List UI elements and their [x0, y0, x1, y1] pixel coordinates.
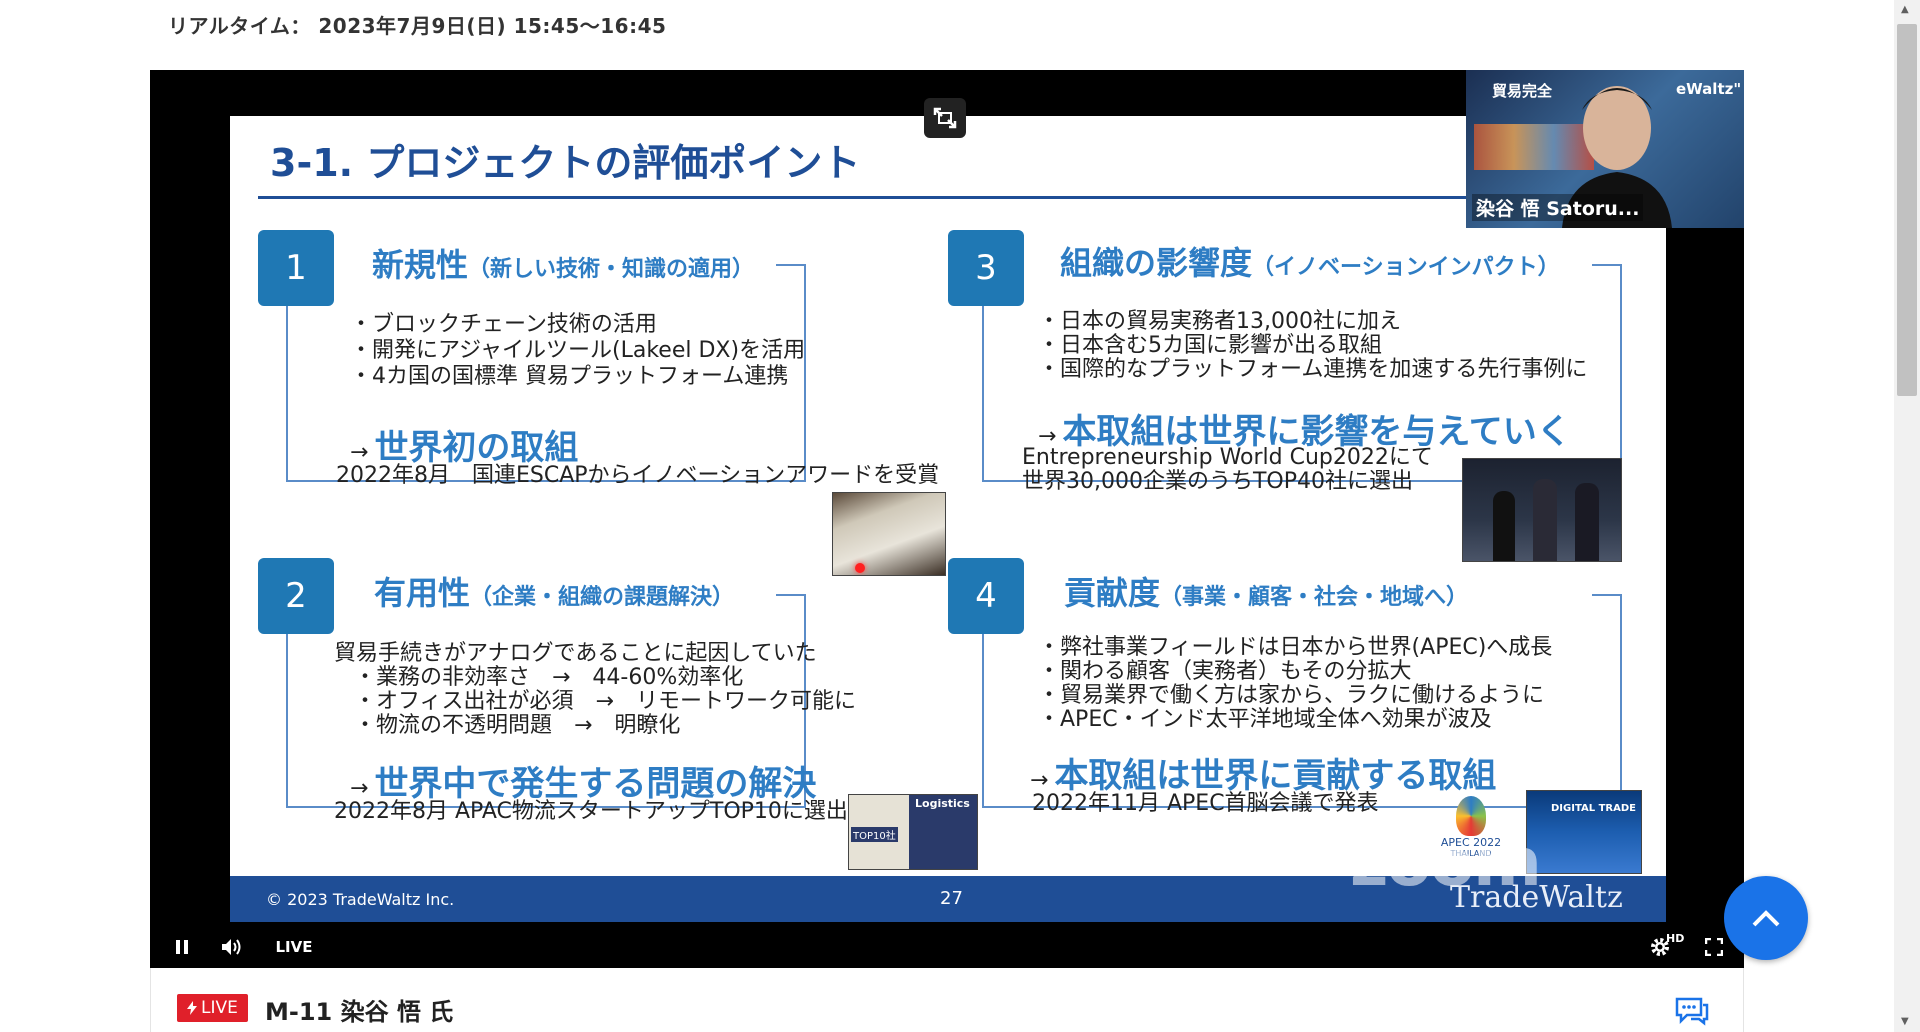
quadrant-1-bullets: ・ブロックチェーン技術の活用 ・開発にアジャイルツール(Lakeel DX)を活… — [350, 312, 805, 390]
quadrant-3-note: Entrepreneurship World Cup2022にて 世界30,00… — [1022, 446, 1433, 494]
quadrant-3-bullet: ・国際的なプラットフォーム連携を加速する先行事例に — [1038, 357, 1588, 382]
realtime-label: リアルタイム： 2023年7月9日(日) 15:45〜16:45 — [168, 14, 667, 38]
pip-caption-left: 貿易完全 — [1492, 82, 1553, 100]
quadrant-3-note-line: Entrepreneurship World Cup2022にて — [1022, 445, 1433, 470]
quadrant-2-bullet: ・業務の非効率さ → 44-60%効率化 — [354, 665, 744, 690]
lightning-icon — [187, 1001, 197, 1015]
exit-fullscreen-icon — [933, 107, 957, 129]
quadrant-2-emphasis-text: 世界中で発生する問題の解決 — [374, 764, 817, 804]
digital-trade-photo: DIGITAL TRADE — [1526, 790, 1642, 874]
quadrant-4-emphasis-text: 本取組は世界に貢献する取組 — [1054, 756, 1497, 796]
live-badge-label: LIVE — [201, 998, 238, 1018]
live-indicator[interactable]: LIVE — [264, 926, 324, 968]
quadrant-1-heading-main: 新規性 — [372, 246, 469, 284]
fullscreen-icon — [1705, 938, 1723, 956]
quadrant-3-subheading: （イノベーションインパクト） — [1252, 255, 1560, 280]
volume-button[interactable] — [210, 926, 254, 968]
quadrant-1-emphasis: → 世界初の取組 — [350, 420, 578, 469]
title-rule — [258, 196, 1662, 199]
award-certificate-photo — [832, 492, 946, 576]
exit-fullscreen-button[interactable] — [924, 98, 966, 138]
pause-icon — [176, 940, 188, 954]
quadrant-2-heading-main: 有用性 — [374, 574, 471, 612]
quadrant-1-bullet: ・ブロックチェーン技術の活用 — [350, 312, 657, 337]
video-player[interactable]: 3-1. プロジェクトの評価ポイント 1 新規性（新しい技術・知識の適用） ・ブ… — [150, 70, 1744, 968]
person-silhouette — [1533, 479, 1557, 561]
quadrant-3-bullets: ・日本の貿易実務者13,000社に加え ・日本含む5カ国に影響が出る取組 ・国際… — [1038, 310, 1587, 382]
scrollbar-thumb[interactable] — [1897, 24, 1917, 396]
person-silhouette — [1493, 491, 1515, 561]
arrow-icon: → — [1030, 768, 1049, 793]
quadrant-1-emphasis-text: 世界初の取組 — [374, 428, 579, 468]
quadrant-4-bullet: ・関わる顧客（実務者）もその分拡大 — [1038, 659, 1412, 684]
quadrant-4-bullet: ・APEC・インド太平洋地域全体へ効果が波及 — [1038, 707, 1492, 732]
quadrant-1-note: 2022年8月 国連ESCAPからイノベーションアワードを受賞 — [336, 463, 940, 488]
scroll-up-arrow-icon[interactable]: ▲ — [1901, 4, 1909, 15]
session-info-bar: LIVE M-11 染谷 悟 氏 — [150, 968, 1744, 1032]
person-silhouette — [1575, 483, 1599, 561]
pip-caption-right: eWaltz" — [1676, 80, 1742, 98]
speaker-video-thumbnail[interactable]: 貿易完全 eWaltz" 染谷 悟 Satoru... — [1466, 70, 1744, 228]
quadrant-4-bullet: ・貿易業界で働く方は家から、ラクに働けるように — [1038, 683, 1545, 708]
player-controls: LIVE HD — [150, 926, 1744, 968]
quadrant-1-heading: 新規性（新しい技術・知識の適用） — [372, 240, 754, 286]
quadrant-4-heading: 貢献度（事業・顧客・社会・地域へ） — [1064, 568, 1468, 614]
quadrant-3-frame-right — [1592, 264, 1622, 482]
digital-trade-label: DIGITAL TRADE — [1551, 803, 1636, 814]
quadrant-3-heading-main: 組織の影響度 — [1060, 244, 1253, 282]
scroll-down-arrow-icon[interactable]: ▼ — [1901, 1016, 1909, 1027]
quadrant-2-number: 2 — [258, 558, 334, 634]
settings-button[interactable]: HD — [1638, 926, 1685, 968]
chat-icon — [1675, 997, 1709, 1026]
speaker-name-label: 染谷 悟 Satoru... — [1472, 194, 1644, 221]
slide-title: 3-1. プロジェクトの評価ポイント — [270, 141, 861, 185]
quadrant-3-bullet: ・日本の貿易実務者13,000社に加え — [1038, 309, 1401, 334]
page-scrollbar[interactable]: ▲ ▼ — [1894, 0, 1920, 1032]
quadrant-4-bullets: ・弊社事業フィールドは日本から世界(APEC)へ成長 ・関わる顧客（実務者）もそ… — [1038, 636, 1552, 732]
quadrant-4-heading-main: 貢献度 — [1064, 574, 1161, 612]
scroll-to-top-button[interactable] — [1724, 876, 1808, 960]
session-title: M-11 染谷 悟 氏 — [265, 998, 454, 1026]
quadrant-4-subheading: （事業・顧客・社会・地域へ） — [1160, 585, 1469, 610]
pause-button[interactable] — [162, 926, 202, 968]
top10-label: TOP10社 — [851, 827, 898, 842]
quadrant-3-bullet: ・日本含む5カ国に影響が出る取組 — [1038, 333, 1382, 358]
slide-page-number: 27 — [940, 888, 963, 909]
arrow-icon: → — [350, 440, 369, 465]
quadrant-3-note-line: 世界30,000企業のうちTOP40社に選出 — [1022, 469, 1413, 494]
volume-icon — [222, 939, 241, 955]
presentation-slide: 3-1. プロジェクトの評価ポイント 1 新規性（新しい技術・知識の適用） ・ブ… — [230, 116, 1666, 922]
quadrant-1-subheading: （新しい技術・知識の適用） — [468, 257, 755, 282]
chat-button[interactable] — [1675, 996, 1709, 1026]
copyright-text: © 2023 TradeWaltz Inc. — [266, 890, 455, 909]
quadrant-1-bullet: ・開発にアジャイルツール(Lakeel DX)を活用 — [350, 338, 806, 363]
quadrant-2-bullets: ・業務の非効率さ → 44-60%効率化 ・オフィス出社が必須 → リモートワー… — [354, 666, 856, 738]
hd-badge: HD — [1666, 932, 1685, 945]
quadrant-2-heading: 有用性（企業・組織の課題解決） — [374, 568, 734, 614]
live-badge: LIVE — [177, 994, 248, 1022]
quadrant-2-bullet: ・物流の不透明問題 → 明瞭化 — [354, 713, 681, 738]
quadrant-2-note: 2022年8月 APAC物流スタートアップTOP10に選出 — [334, 799, 848, 824]
quadrant-4-frame-right — [1592, 594, 1622, 808]
award-ceremony-photo — [1462, 458, 1622, 562]
quadrant-4-note: 2022年11月 APEC首脳会議で発表 — [1032, 791, 1379, 816]
chevron-up-icon — [1752, 910, 1780, 927]
quadrant-2-subheading: （企業・組織の課題解決） — [470, 585, 735, 610]
quadrant-1-bullet: ・4カ国の国標準 貿易プラットフォーム連携 — [350, 364, 789, 389]
quadrant-2-lead: 貿易手続きがアナログであることに起因していた — [334, 641, 817, 666]
zoom-watermark: zoom — [1350, 824, 1542, 901]
quadrant-2-bullet: ・オフィス出社が必須 → リモートワーク可能に — [354, 689, 856, 714]
quadrant-4-emphasis: → 本取組は世界に貢献する取組 — [1030, 748, 1496, 797]
logistics-magazine-photo: Logistics TOP10社 — [848, 794, 978, 870]
quadrant-3-heading: 組織の影響度（イノベーションインパクト） — [1060, 238, 1560, 284]
quadrant-2-emphasis: → 世界中で発生する問題の解決 — [350, 756, 816, 805]
laser-pointer-dot — [855, 563, 865, 573]
quadrant-3-number: 3 — [948, 230, 1024, 306]
quadrant-1-number: 1 — [258, 230, 334, 306]
magazine-title: Logistics — [915, 797, 970, 810]
quadrant-4-number: 4 — [948, 558, 1024, 634]
arrow-icon: → — [350, 776, 369, 801]
quadrant-4-bullet: ・弊社事業フィールドは日本から世界(APEC)へ成長 — [1038, 635, 1553, 660]
